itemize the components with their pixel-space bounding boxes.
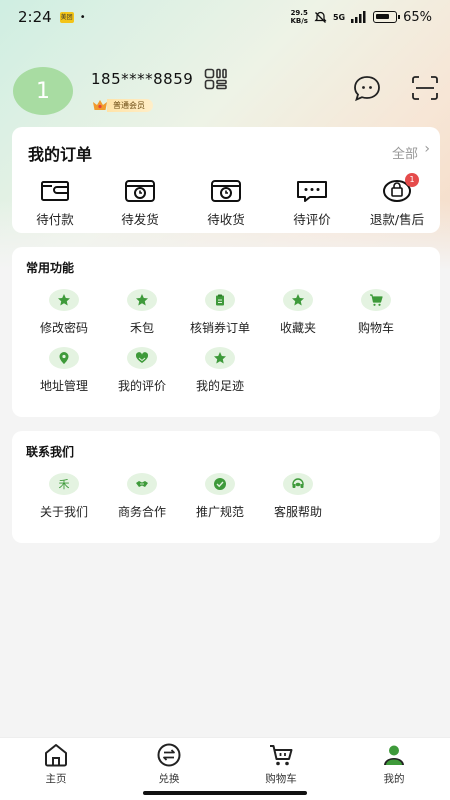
function-label: 核销券订单 [189, 321, 250, 335]
comment-icon [297, 181, 327, 202]
nav-label: 我的 [383, 773, 405, 785]
cart-icon [361, 289, 391, 311]
member-level: 普通会员 [91, 98, 153, 112]
location-icon [49, 347, 79, 369]
order-pending-review[interactable]: 待评价 [272, 177, 352, 228]
order-label: 待付款 [36, 212, 74, 227]
contact-label: 关于我们 [39, 505, 88, 519]
function-my-reviews[interactable]: 我的评价 [102, 347, 182, 394]
user-icon [384, 745, 404, 765]
function-address[interactable]: 地址管理 [24, 347, 104, 394]
contact-customer-service[interactable]: 客服帮助 [258, 473, 338, 520]
contact-label: 推广规范 [195, 505, 244, 519]
battery-level: 65% [403, 9, 432, 25]
logo-glyph-icon: 禾 [49, 473, 79, 495]
contact-promotion-rules[interactable]: 推广规范 [180, 473, 260, 520]
order-pending-shipment[interactable]: 待发货 [100, 177, 180, 228]
function-voucher-orders[interactable]: 核销券订单 [180, 289, 260, 336]
order-pending-receipt[interactable]: 待收货 [186, 177, 266, 228]
function-change-password[interactable]: 修改密码 [24, 289, 104, 336]
exchange-icon [157, 743, 181, 767]
function-wallet[interactable]: 禾包 [102, 289, 182, 336]
battery-icon [373, 11, 401, 23]
home-indicator[interactable] [143, 791, 307, 795]
scan-icon[interactable] [410, 74, 440, 102]
home-icon [45, 744, 67, 767]
wallet-icon [41, 181, 69, 201]
nav-label: 购物车 [265, 773, 297, 785]
status-time: 2:24 [18, 8, 52, 26]
functions-title: 常用功能 [26, 261, 75, 275]
contact-label: 商务合作 [117, 505, 166, 519]
function-label: 修改密码 [39, 321, 88, 335]
member-label: 普通会员 [107, 98, 153, 112]
chevron-right-icon[interactable]: › [424, 141, 430, 157]
avatar[interactable]: 1 [13, 67, 73, 115]
star-icon [205, 347, 235, 369]
function-footprints[interactable]: 我的足迹 [180, 347, 260, 394]
cart-icon [270, 745, 293, 766]
orders-title: 我的订单 [28, 145, 93, 164]
mute-icon [314, 11, 327, 23]
clipboard-icon [205, 289, 235, 311]
function-cart[interactable]: 购物车 [336, 289, 416, 336]
contact-business[interactable]: 商务合作 [102, 473, 182, 520]
contact-about-us[interactable]: 禾 关于我们 [24, 473, 104, 520]
contact-label: 客服帮助 [273, 505, 322, 519]
qr-code-icon[interactable] [204, 68, 228, 90]
nav-label: 主页 [45, 773, 67, 785]
status-bar: 2:24 美团 • 29.5 KB/s 5G 65% [0, 0, 450, 34]
heart-icon [127, 347, 157, 369]
handshake-icon [127, 473, 157, 495]
function-favorites[interactable]: 收藏夹 [258, 289, 338, 336]
function-label: 购物车 [357, 321, 394, 335]
order-label: 待评价 [293, 212, 331, 227]
nav-me[interactable]: 我的 [359, 742, 429, 786]
order-label: 待收货 [207, 212, 245, 227]
message-icon[interactable] [352, 74, 382, 102]
nav-home[interactable]: 主页 [21, 742, 91, 786]
contact-us-card: 联系我们 禾 关于我们 商务合作 推广规范 客服帮助 [12, 431, 440, 543]
nav-label: 兑换 [158, 773, 180, 785]
box-clock-icon [125, 180, 155, 202]
nav-cart[interactable]: 购物车 [246, 742, 316, 786]
order-label: 待发货 [121, 212, 159, 227]
orders-card: 我的订单 全部 › 待付款 待发货 待收货 待评价 1 退款/售后 [12, 127, 440, 233]
function-label: 收藏夹 [279, 321, 316, 335]
orders-all-link[interactable]: 全部 [392, 143, 418, 162]
check-icon [205, 473, 235, 495]
refund-count-badge: 1 [405, 173, 419, 187]
network-type: 5G [332, 12, 346, 22]
function-label: 禾包 [129, 321, 154, 335]
box-clock-icon [211, 180, 241, 202]
common-functions-card: 常用功能 修改密码 禾包 核销券订单 收藏夹 购物车 地址管理 我的评价 我的足… [12, 247, 440, 417]
order-label: 退款/售后 [369, 212, 425, 227]
function-label: 地址管理 [39, 379, 88, 393]
nav-exchange[interactable]: 兑换 [134, 742, 204, 786]
avatar-text: 1 [36, 78, 50, 104]
star-icon [127, 289, 157, 311]
function-label: 我的足迹 [195, 379, 244, 393]
star-icon [283, 289, 313, 311]
function-label: 我的评价 [117, 379, 166, 393]
network-speed: 29.5 KB/s [290, 9, 308, 25]
app-notification-icon: 美团 [59, 11, 74, 23]
star-icon [49, 289, 79, 311]
order-pending-payment[interactable]: 待付款 [15, 177, 95, 228]
headset-icon [283, 473, 313, 495]
user-phone: 185****8859 [91, 70, 194, 88]
contact-title: 联系我们 [26, 445, 75, 459]
signal-icon [351, 11, 366, 23]
notification-dot: • [79, 11, 86, 23]
order-refund-aftersale[interactable]: 1 退款/售后 [357, 173, 437, 228]
